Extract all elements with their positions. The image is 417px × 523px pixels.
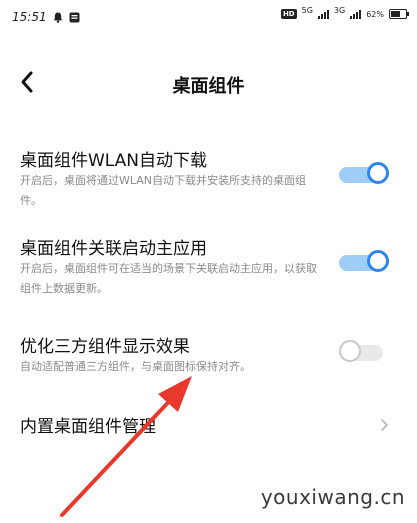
status-bar-left: 15:51 (12, 10, 80, 24)
link-launch-main-app-toggle[interactable] (339, 250, 389, 276)
optimize-third-party-display-toggle[interactable] (339, 340, 389, 366)
setting-description: 自动适配普通三方组件，与桌面图标保持对齐。 (20, 360, 251, 373)
setting-description: 开启后，桌面组件可在适当的场景下关联启动主应用，以获取组件上数据更新。 (20, 262, 317, 295)
chevron-right-icon (381, 419, 388, 431)
battery-fill (391, 11, 400, 17)
battery-percent: 62% (366, 9, 384, 19)
setting-builtin-widget-management[interactable]: 内置桌面组件管理 (0, 404, 417, 444)
setting-title: 桌面组件WLAN自动下载 (20, 151, 208, 171)
bell-icon (53, 12, 62, 23)
notification-icon (69, 12, 80, 22)
toggle-knob (367, 250, 389, 272)
status-bar-right: HD 5G 3G 62% (280, 5, 409, 19)
wlan-auto-download-toggle[interactable] (339, 162, 389, 188)
battery-icon (389, 9, 409, 19)
header: 桌面组件 (0, 60, 417, 104)
signal-icon (317, 9, 329, 19)
status-bar: 15:51 HD 5G 3G 62% (0, 0, 417, 36)
setting-title: 优化三方组件显示效果 (20, 337, 190, 357)
network-type-2: 3G (333, 5, 346, 15)
setting-title: 桌面组件关联启动主应用 (20, 239, 207, 259)
toggle-knob (367, 162, 389, 184)
setting-link-launch-main-app[interactable]: 桌面组件关联启动主应用 开启后，桌面组件可在适当的场景下关联启动主应用，以获取组… (0, 228, 417, 308)
setting-title: 内置桌面组件管理 (20, 417, 156, 437)
setting-optimize-third-party-display[interactable]: 优化三方组件显示效果 自动适配普通三方组件，与桌面图标保持对齐。 (0, 326, 417, 386)
status-time: 15:51 (12, 10, 47, 24)
toggle-knob (339, 340, 361, 362)
page-title: 桌面组件 (172, 76, 245, 97)
setting-description: 开启后，桌面将通过WLAN自动下载并安装所支持的桌面组件。 (20, 174, 307, 207)
setting-wlan-auto-download[interactable]: 桌面组件WLAN自动下载 开启后，桌面将通过WLAN自动下载并安装所支持的桌面组… (0, 140, 417, 220)
network-type-1: 5G (301, 5, 313, 15)
hd-icon: HD (280, 9, 297, 19)
watermark-text: youxiwang.cn (260, 485, 405, 509)
signal-icon-2 (350, 9, 362, 19)
